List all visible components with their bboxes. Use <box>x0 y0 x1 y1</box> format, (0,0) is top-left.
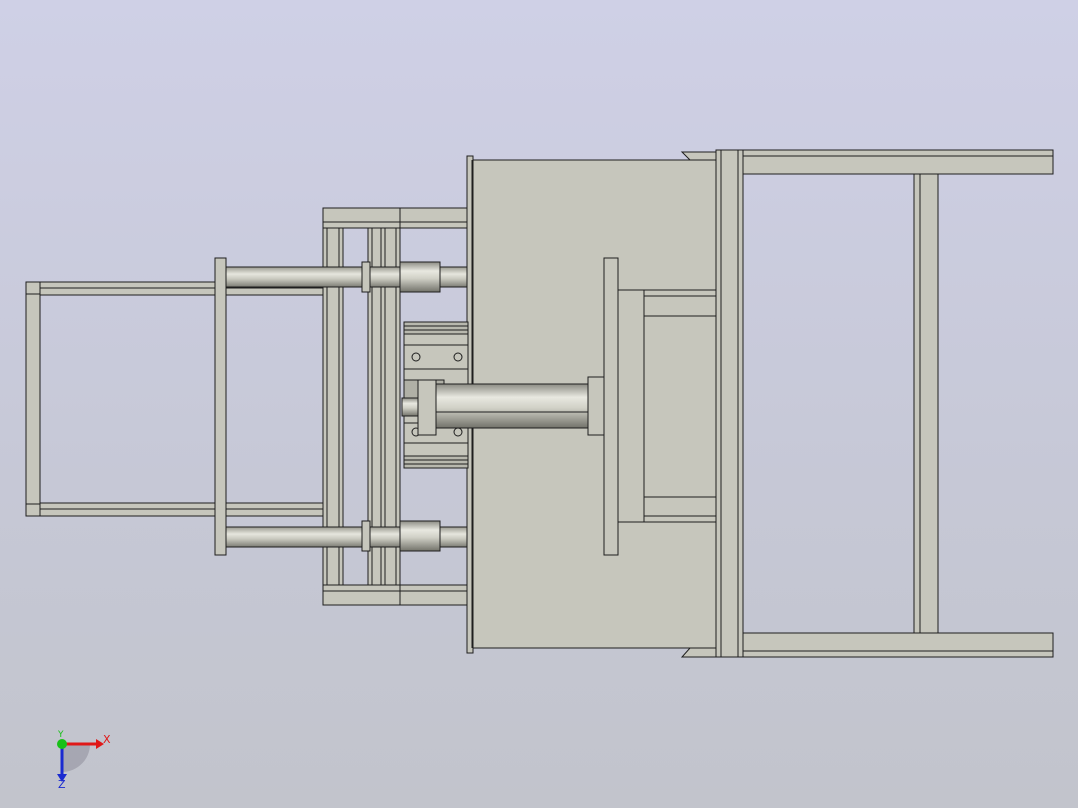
carriage-bottom-bar <box>322 584 469 606</box>
right-frame <box>680 149 1054 658</box>
assembly-model[interactable] <box>0 0 1078 808</box>
left-frame-end-post <box>25 281 41 517</box>
right-frame-cross-member <box>913 173 939 634</box>
right-frame-upright <box>715 149 744 658</box>
bolt-icon <box>453 427 463 437</box>
triad-shadow <box>62 744 90 772</box>
y-axis-label: Y <box>58 730 64 740</box>
pneumatic-cylinder <box>401 376 605 436</box>
left-frame <box>25 281 325 517</box>
right-frame-bottom-rail <box>742 632 1054 658</box>
right-frame-top-rail <box>742 149 1054 175</box>
x-axis-label: X <box>103 733 111 746</box>
bolt-icon <box>411 352 421 362</box>
bolt-icon <box>453 352 463 362</box>
left-guide-plate <box>214 257 227 556</box>
shaft-end-plate <box>603 257 619 556</box>
graphics-area[interactable]: X Y Z <box>0 0 1078 808</box>
carriage-top-bar <box>322 207 469 229</box>
z-axis-label: Z <box>58 778 66 791</box>
